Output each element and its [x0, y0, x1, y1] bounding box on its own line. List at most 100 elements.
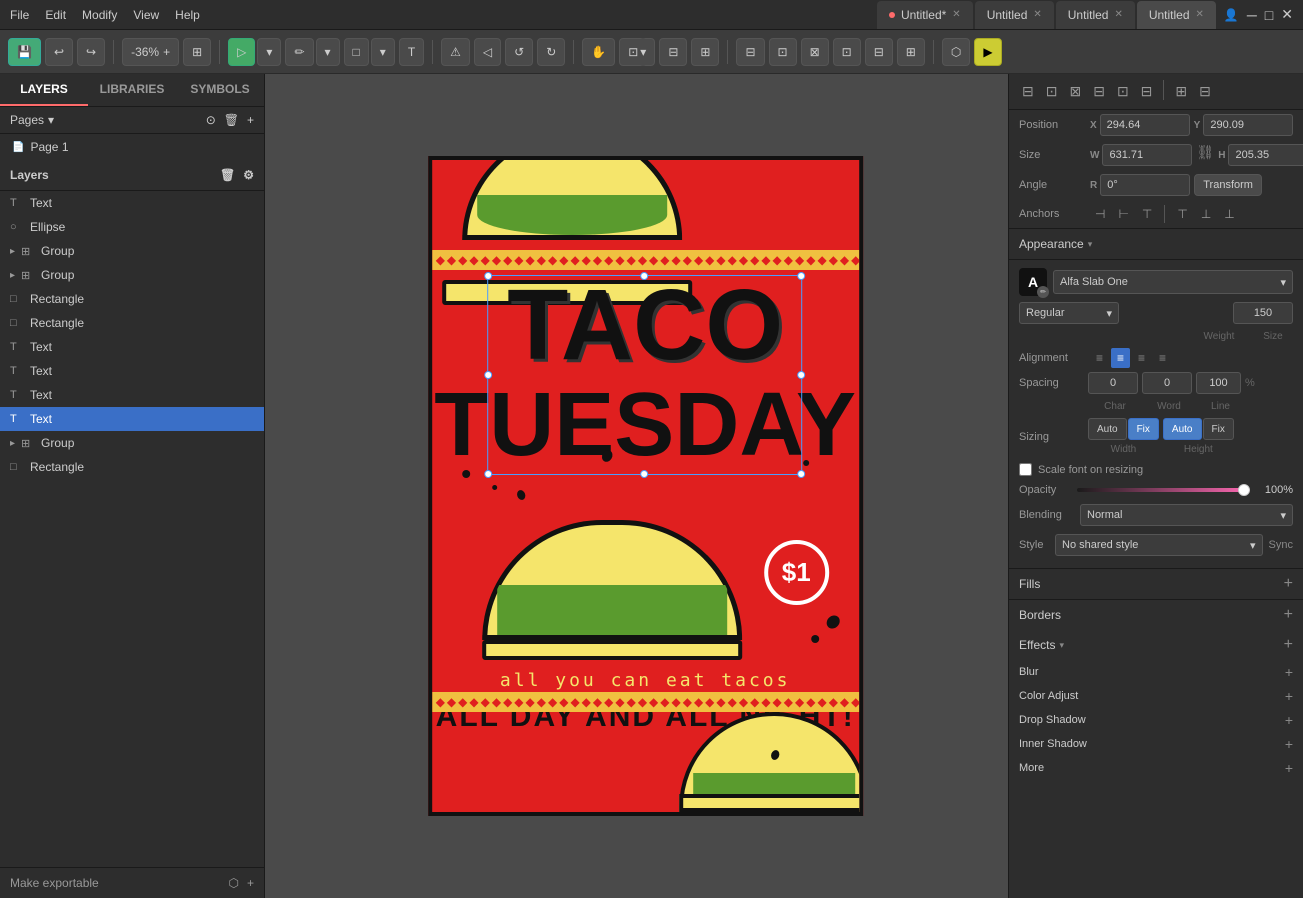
- auto-height-btn[interactable]: Auto: [1163, 418, 1202, 440]
- layer-text-4[interactable]: T Text: [0, 383, 264, 407]
- line-spacing-input[interactable]: [1196, 372, 1241, 394]
- anchor-right-icon[interactable]: ⊤: [1137, 204, 1157, 224]
- select-tool[interactable]: ▷: [228, 38, 255, 66]
- add-blur-icon[interactable]: +: [1285, 664, 1293, 680]
- font-color-dot[interactable]: ✏: [1037, 286, 1049, 298]
- layer-delete-icon[interactable]: 🗑: [220, 168, 235, 182]
- layer-rect-2[interactable]: □ Rectangle: [0, 311, 264, 335]
- auto-width-btn[interactable]: Auto: [1088, 418, 1127, 440]
- align-center-h-btn[interactable]: ⊡: [1041, 80, 1063, 103]
- maximize-btn[interactable]: □: [1265, 7, 1273, 23]
- grid-btn[interactable]: ⊞: [691, 38, 719, 66]
- r-input[interactable]: [1100, 174, 1190, 196]
- tab-close-3[interactable]: ✕: [1114, 9, 1122, 20]
- page-add-icon[interactable]: +: [247, 113, 254, 127]
- anchor-left-icon[interactable]: ⊣: [1090, 204, 1110, 224]
- add-tab-icon[interactable]: 👤: [1224, 8, 1239, 22]
- flip-h-btn[interactable]: ◁: [474, 38, 501, 66]
- align-top-btn[interactable]: ⊟: [1088, 80, 1110, 103]
- text-tool[interactable]: T: [399, 38, 424, 66]
- layer-group-1[interactable]: ▸ ⊞ Group: [0, 239, 264, 263]
- tab-untitled-1[interactable]: Untitled* ✕: [877, 1, 973, 29]
- menu-item-edit[interactable]: Edit: [45, 8, 66, 22]
- fix-height-btn[interactable]: Fix: [1203, 418, 1234, 440]
- redo-btn[interactable]: ↪: [77, 38, 105, 66]
- align3-btn[interactable]: ⊠: [801, 38, 829, 66]
- tab-untitled-3[interactable]: Untitled ✕: [1056, 1, 1135, 29]
- h-input[interactable]: [1228, 144, 1303, 166]
- symbols-tab[interactable]: SYMBOLS: [176, 74, 264, 106]
- align-center-text-btn[interactable]: ≡: [1111, 348, 1130, 368]
- layer-text-1[interactable]: T Text: [0, 191, 264, 215]
- align1-btn[interactable]: ⊟: [736, 38, 764, 66]
- sync-btn[interactable]: Sync: [1269, 539, 1293, 551]
- warning-btn[interactable]: ⚠: [441, 38, 470, 66]
- layer-group-2[interactable]: ▸ ⊞ Group: [0, 263, 264, 287]
- align-right-btn[interactable]: ⊠: [1064, 80, 1086, 103]
- weight-input[interactable]: [1233, 302, 1293, 324]
- align-right-text-btn[interactable]: ≡: [1132, 348, 1151, 368]
- shape-tool[interactable]: □: [344, 38, 369, 66]
- y-input[interactable]: [1203, 114, 1293, 136]
- pencil-dropdown[interactable]: ▾: [316, 38, 340, 66]
- distribute-btn[interactable]: ⊟: [659, 38, 687, 66]
- align-left-text-btn[interactable]: ≡: [1090, 348, 1109, 368]
- add-drop-shadow-icon[interactable]: +: [1285, 712, 1293, 728]
- expand-icon[interactable]: ▸: [10, 246, 15, 257]
- fix-width-btn[interactable]: Fix: [1128, 418, 1159, 440]
- fit-btn[interactable]: ⊞: [183, 38, 211, 66]
- export-btn[interactable]: ⬡: [942, 38, 970, 66]
- x-input[interactable]: [1100, 114, 1190, 136]
- preview-btn[interactable]: ▶: [974, 38, 1001, 66]
- lock-aspect-icon[interactable]: ⛓: [1196, 144, 1214, 166]
- layers-tab[interactable]: LAYERS: [0, 74, 88, 106]
- align-bottom-btn[interactable]: ⊟: [1136, 80, 1158, 103]
- layer-text-2[interactable]: T Text: [0, 335, 264, 359]
- align-justify-text-btn[interactable]: ≡: [1153, 348, 1172, 368]
- export-action-icon[interactable]: ⬡: [229, 876, 239, 890]
- select-dropdown[interactable]: ▾: [257, 38, 281, 66]
- tab-untitled-4[interactable]: Untitled ✕: [1137, 1, 1216, 29]
- pencil-tool[interactable]: ✏: [285, 38, 313, 66]
- rotate-ccw-btn[interactable]: ↺: [505, 38, 533, 66]
- layer-settings-icon[interactable]: ⚙: [243, 168, 254, 182]
- char-spacing-input[interactable]: [1088, 372, 1138, 394]
- rotate-cw-btn[interactable]: ↻: [537, 38, 565, 66]
- arrange-dropdown[interactable]: ▾: [640, 38, 646, 66]
- expand-icon-2[interactable]: ▸: [10, 270, 15, 281]
- anchor-top-icon[interactable]: ⊤: [1172, 204, 1192, 224]
- style-selector[interactable]: No shared style ▾: [1055, 534, 1263, 556]
- align2-btn[interactable]: ⊡: [769, 38, 797, 66]
- word-spacing-input[interactable]: [1142, 372, 1192, 394]
- add-inner-shadow-icon[interactable]: +: [1285, 736, 1293, 752]
- close-window-btn[interactable]: ✕: [1281, 6, 1293, 23]
- menu-item-modify[interactable]: Modify: [82, 8, 117, 22]
- opacity-slider[interactable]: [1077, 488, 1250, 492]
- font-selector[interactable]: Alfa Slab One ▾: [1053, 270, 1293, 294]
- anchor-hcenter-icon[interactable]: ⊢: [1113, 204, 1133, 224]
- add-effect-icon[interactable]: +: [1284, 636, 1293, 654]
- transform-btn[interactable]: Transform: [1194, 174, 1262, 196]
- layer-text-5[interactable]: T Text: [0, 407, 264, 431]
- tab-close-2[interactable]: ✕: [1033, 9, 1041, 20]
- hand-tool[interactable]: ✋: [582, 38, 615, 66]
- tab-untitled-2[interactable]: Untitled ✕: [975, 1, 1054, 29]
- menu-item-help[interactable]: Help: [175, 8, 200, 22]
- tab-close-4[interactable]: ✕: [1196, 9, 1204, 20]
- blending-selector[interactable]: Normal ▾: [1080, 504, 1293, 526]
- layer-ellipse[interactable]: ○ Ellipse: [0, 215, 264, 239]
- zoom-plus[interactable]: +: [163, 45, 170, 59]
- fills-section[interactable]: Fills +: [1009, 568, 1303, 599]
- export-add-icon[interactable]: +: [247, 876, 254, 890]
- borders-section[interactable]: Borders +: [1009, 599, 1303, 630]
- align5-btn[interactable]: ⊟: [865, 38, 893, 66]
- add-color-adjust-icon[interactable]: +: [1285, 688, 1293, 704]
- save-btn[interactable]: 💾: [8, 38, 41, 66]
- add-more-icon[interactable]: +: [1285, 760, 1293, 776]
- align6-btn[interactable]: ⊞: [897, 38, 925, 66]
- arrange-btn[interactable]: ⊡ ▾: [619, 38, 655, 66]
- scale-font-checkbox[interactable]: [1019, 463, 1032, 476]
- libraries-tab[interactable]: LIBRARIES: [88, 74, 176, 106]
- add-fill-icon[interactable]: +: [1284, 575, 1293, 593]
- canvas[interactable]: ◆◆◆◆◆◆◆◆◆◆◆◆◆◆◆◆◆◆◆◆◆◆◆◆◆◆◆◆◆◆◆◆◆◆◆◆◆◆◆◆…: [265, 74, 1008, 898]
